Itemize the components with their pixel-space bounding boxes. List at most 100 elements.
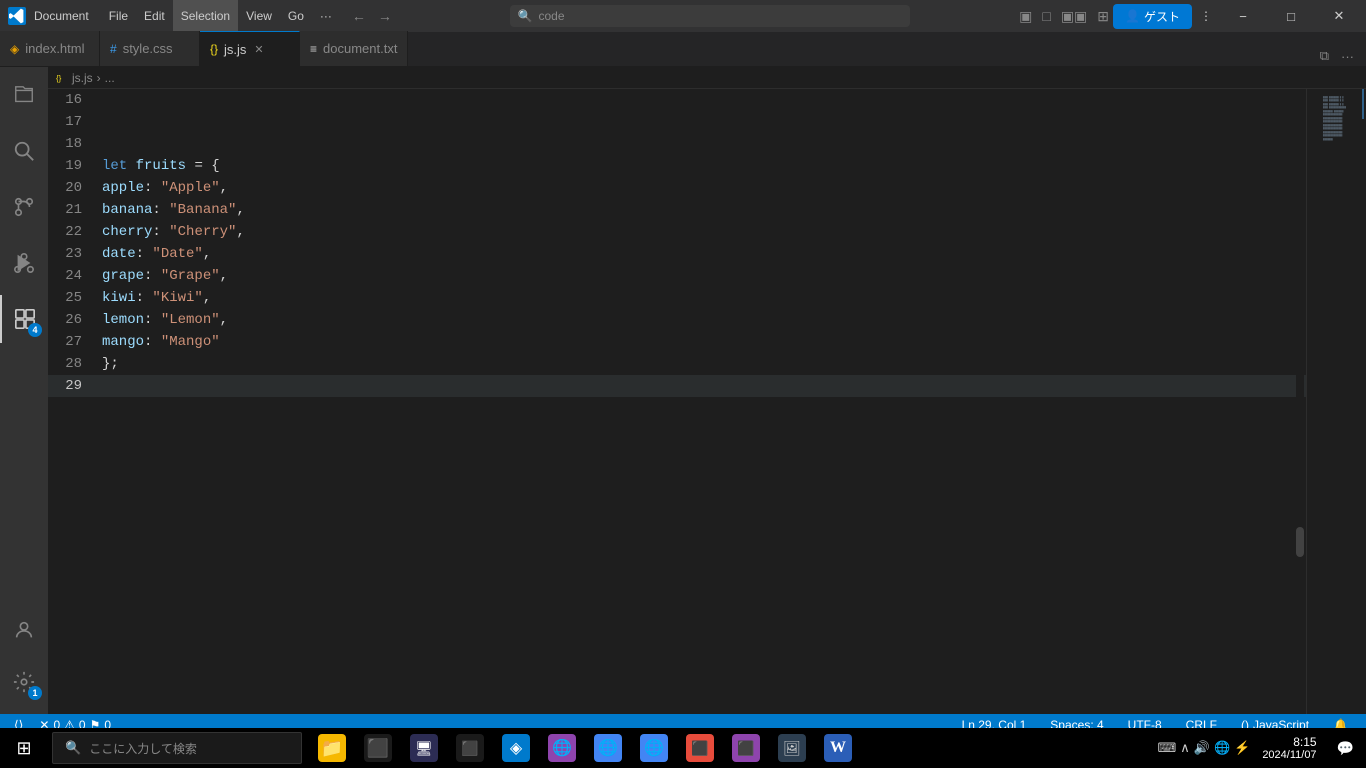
activity-run-debug[interactable] — [0, 239, 48, 287]
taskbar-search-placeholder: ここに入力して検索 — [89, 740, 197, 757]
window-controls: 👤 ゲスト ⋮ − □ ✕ — [1113, 0, 1366, 32]
layout-btn-4[interactable]: ⊞ — [1093, 6, 1113, 27]
code-line-20[interactable]: 20 apple: "Apple", — [48, 177, 1306, 199]
taskbar-app-browser-alt[interactable]: 🌐 — [632, 728, 676, 768]
activity-source-control[interactable] — [0, 183, 48, 231]
activity-search[interactable] — [0, 127, 48, 175]
breadcrumb: {} js.js › ... — [48, 67, 1366, 89]
taskbar-app-vscode[interactable]: ◈ — [494, 728, 538, 768]
taskbar-search-icon: 🔍 — [65, 740, 81, 756]
code-line-22[interactable]: 22 cherry: "Cherry", — [48, 221, 1306, 243]
nav-buttons: ← → — [340, 6, 404, 26]
nav-forward[interactable]: → — [374, 6, 396, 26]
scrollbar-thumb[interactable] — [1296, 527, 1304, 557]
taskbar-app-photos[interactable]: 🖼 — [770, 728, 814, 768]
line-number-27: 27 — [48, 331, 98, 353]
taskbar-app-4[interactable]: ⬛ — [448, 728, 492, 768]
layout-btn-2[interactable]: □ — [1038, 6, 1054, 26]
tab-name-css: style.css — [123, 41, 173, 56]
tabs-right-controls: ⧉ ··· — [1316, 46, 1366, 66]
code-line-28[interactable]: 28}; — [48, 353, 1306, 375]
tray-keyboard[interactable]: ⌨ — [1157, 740, 1176, 756]
tab-js-js[interactable]: {} js.js ✕ — [200, 31, 300, 66]
line-number-20: 20 — [48, 177, 98, 199]
menu-selection[interactable]: Selection — [173, 0, 238, 32]
line-number-23: 23 — [48, 243, 98, 265]
scrollbar-track[interactable] — [1296, 89, 1304, 714]
tabs-more-btn[interactable]: ··· — [1337, 47, 1358, 66]
activity-explorer[interactable] — [0, 71, 48, 119]
taskbar-app-3[interactable]: 🖥 — [402, 728, 446, 768]
code-area: 16171819let fruits = {20 apple: "Apple",… — [48, 89, 1366, 714]
taskbar-app-icon-terminal: ⬛ — [364, 734, 392, 762]
guest-button[interactable]: 👤 ゲスト — [1113, 4, 1192, 29]
titlebar: Document File Edit Selection View Go ···… — [0, 0, 1366, 32]
search-bar[interactable]: 🔍 code — [510, 5, 910, 27]
taskbar-app-icon-photos: 🖼 — [778, 734, 806, 762]
menu-edit[interactable]: Edit — [136, 0, 173, 32]
line-number-29: 29 — [48, 375, 98, 397]
layout-btn-1[interactable]: ▣ — [1015, 6, 1036, 27]
nav-back[interactable]: ← — [348, 6, 370, 26]
svg-text:{}: {} — [56, 74, 62, 83]
menu-go[interactable]: Go — [280, 0, 312, 32]
notification-button[interactable]: 💬 — [1329, 740, 1362, 757]
layout-btn-3[interactable]: ▣▣ — [1057, 6, 1091, 27]
code-line-17[interactable]: 17 — [48, 111, 1306, 133]
taskbar-app-explorer[interactable]: 📁 — [310, 728, 354, 768]
tabs-bar: ◈ index.html # style.css {} js.js ✕ ≡ do… — [0, 32, 1366, 67]
code-line-27[interactable]: 27 mango: "Mango" — [48, 331, 1306, 353]
tab-index-html[interactable]: ◈ index.html — [0, 31, 100, 66]
line-number-24: 24 — [48, 265, 98, 287]
taskbar-app-word[interactable]: W — [816, 728, 860, 768]
taskbar-app-red[interactable]: ⬛ — [678, 728, 722, 768]
start-button[interactable]: ⊞ — [0, 728, 48, 768]
taskbar-app-purple2[interactable]: ⬛ — [724, 728, 768, 768]
taskbar-app-browser-purple[interactable]: 🌐 — [540, 728, 584, 768]
minimap-content: ████ ████████ █ █ ████ ████████ █ █ ████… — [1307, 89, 1366, 150]
tab-close-js[interactable]: ✕ — [254, 43, 263, 56]
activity-bottom: 1 — [0, 606, 48, 714]
menu-file[interactable]: File — [101, 0, 136, 32]
taskbar-app-terminal[interactable]: ⬛ — [356, 728, 400, 768]
code-line-24[interactable]: 24 grape: "Grape", — [48, 265, 1306, 287]
line-number-25: 25 — [48, 287, 98, 309]
document-title: Document — [34, 9, 89, 23]
close-button[interactable]: ✕ — [1316, 0, 1362, 32]
split-editor-btn[interactable]: ⧉ — [1316, 46, 1333, 66]
menu-more[interactable]: ··· — [312, 9, 340, 23]
tray-sound[interactable]: 🔊 — [1194, 740, 1210, 756]
activity-account[interactable] — [0, 606, 48, 654]
minimize-button[interactable]: − — [1220, 0, 1266, 32]
line-code-27: mango: "Mango" — [98, 331, 220, 353]
code-line-26[interactable]: 26 lemon: "Lemon", — [48, 309, 1306, 331]
clock-time: 8:15 — [1293, 735, 1316, 749]
taskbar-app-icon-vscode: ◈ — [502, 734, 530, 762]
tray-network[interactable]: 🌐 — [1214, 740, 1230, 756]
line-number-18: 18 — [48, 133, 98, 155]
line-code-18 — [98, 133, 102, 155]
code-line-25[interactable]: 25 kiwi: "Kiwi", — [48, 287, 1306, 309]
taskbar-search[interactable]: 🔍 ここに入力して検索 — [52, 732, 302, 764]
code-line-29[interactable]: 29 — [48, 375, 1306, 397]
maximize-button[interactable]: □ — [1268, 0, 1314, 32]
tab-icon-css: # — [110, 42, 117, 56]
activity-extensions[interactable]: 4 — [0, 295, 48, 343]
remote-button[interactable]: ⋮ — [1194, 9, 1218, 23]
tray-battery[interactable]: ⚡ — [1234, 740, 1250, 756]
code-line-21[interactable]: 21 banana: "Banana", — [48, 199, 1306, 221]
code-line-18[interactable]: 18 — [48, 133, 1306, 155]
menu-view[interactable]: View — [238, 0, 280, 32]
tab-style-css[interactable]: # style.css — [100, 31, 200, 66]
code-line-16[interactable]: 16 — [48, 89, 1306, 111]
taskbar-app-chrome[interactable]: 🌐 — [586, 728, 630, 768]
code-line-23[interactable]: 23 date: "Date", — [48, 243, 1306, 265]
code-body[interactable]: 16171819let fruits = {20 apple: "Apple",… — [48, 89, 1306, 714]
clock[interactable]: 8:15 2024/11/07 — [1262, 735, 1324, 761]
tab-document-txt[interactable]: ≡ document.txt — [300, 31, 408, 66]
activity-settings[interactable]: 1 — [0, 658, 48, 706]
taskbar-app-icon-chrome: 🌐 — [594, 734, 622, 762]
code-line-19[interactable]: 19let fruits = { — [48, 155, 1306, 177]
tray-chevron[interactable]: ∧ — [1180, 740, 1190, 756]
tab-icon-txt: ≡ — [310, 42, 317, 56]
